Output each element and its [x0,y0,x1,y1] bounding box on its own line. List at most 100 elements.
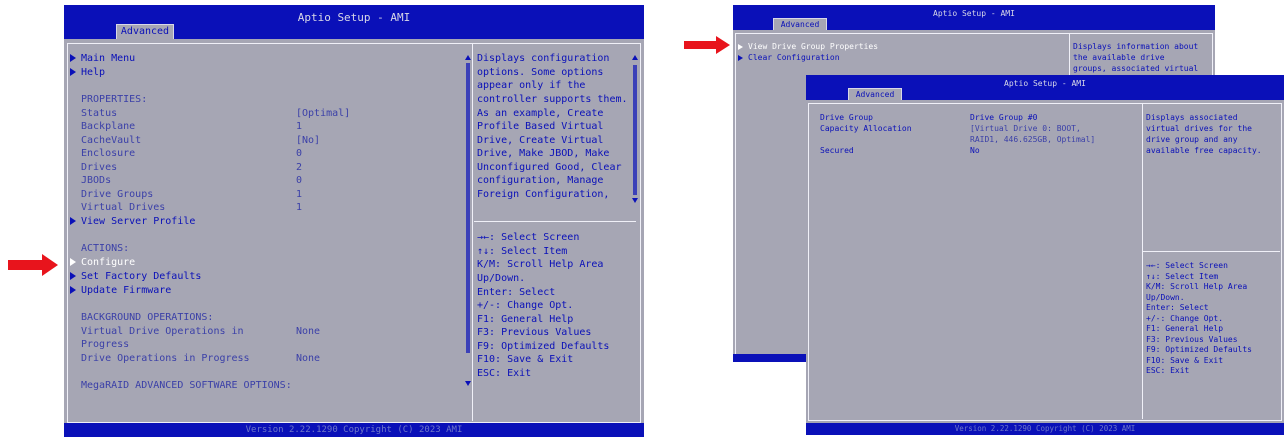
red-pointer-arrow-icon [684,36,730,54]
header-bar: Aptio Setup - AMI Advanced [64,5,644,39]
help-divider [1143,251,1280,252]
help-scrollbar[interactable] [633,65,637,195]
background-ops-header: BACKGROUND OPERATIONS: [81,312,214,323]
menu-item-label: Clear Configuration [748,53,840,62]
submenu-arrow-icon [738,43,743,50]
help-line: Displays information about [1073,42,1199,51]
secured-value: No [970,146,980,155]
submenu-arrow-icon [70,54,76,62]
left-scrollbar[interactable] [466,63,470,353]
menu-item-label: Update Firmware [81,285,172,296]
key-line: Up/Down. [1146,292,1185,302]
drive-group-label: Drive Group [820,113,873,122]
menu-item-label: Configure [81,257,136,268]
key-line: F3: Previous Values [1146,334,1238,344]
help-line: Foreign Configuration, [477,189,610,200]
prop-jbods-value: 0 [296,175,303,186]
key-line: Up/Down. [477,273,526,284]
bg-op-vd-value: None [296,326,321,337]
bg-op-drive-value: None [296,353,321,364]
key-line: F10: Save & Exit [477,354,574,365]
secured-label: Secured [820,146,854,155]
footer-bar: Version 2.22.1290 Copyright (C) 2023 AMI [64,423,644,437]
header-bar: Aptio Setup - AMI Advanced [806,75,1284,100]
menu-item-clear-configuration[interactable]: Clear Configuration [738,52,840,63]
software-options-header: MegaRAID ADVANCED SOFTWARE OPTIONS: [81,380,292,391]
bg-op-vd-label: Virtual Drive Operations in [81,326,244,337]
help-line: Displays configuration [477,53,610,64]
key-line: →←: Select Screen [477,232,580,243]
help-line: the available drive [1073,53,1165,62]
key-line: ↑↓: Select Item [477,246,568,257]
key-line: K/M: Scroll Help Area [477,259,604,270]
key-line: ESC: Exit [477,368,532,379]
menu-item-main-menu[interactable]: Main Menu [70,52,135,66]
properties-header: PROPERTIES: [81,94,148,105]
help-line: virtual drives for the [1146,124,1252,133]
help-line: drive group and any [1146,135,1238,144]
key-line: ESC: Exit [1146,366,1190,375]
prop-enclosure-value: 0 [296,148,303,159]
tab-advanced[interactable]: Advanced [773,18,827,30]
key-line: F1: General Help [1146,324,1224,333]
help-line: Drive, Make JBOD, Make [477,148,610,159]
prop-drive-groups-value: 1 [296,189,303,200]
menu-item-view-server-profile[interactable]: View Server Profile [70,215,195,229]
left-scroll-up-icon[interactable] [465,55,471,60]
key-line: F9: Optimized Defaults [477,341,610,352]
footer-bar: Version 2.22.1290 Copyright (C) 2023 AMI [806,423,1284,435]
bios-screen-main: Aptio Setup - AMI Advanced Main Menu Hel… [64,5,644,437]
bg-op-vd-label-cont: Progress [81,339,130,350]
key-line: +/-: Change Opt. [1146,313,1224,323]
prop-cachevault-value[interactable]: [No] [296,134,320,148]
capacity-allocation-label: Capacity Allocation [820,124,912,133]
submenu-arrow-icon [70,258,76,266]
menu-item-help[interactable]: Help [70,66,105,80]
key-line: Enter: Select [1146,303,1209,312]
key-line: F9: Optimized Defaults [1146,345,1252,354]
prop-status-value[interactable]: [Optimal] [296,107,350,121]
menu-item-configure[interactable]: Configure [70,256,135,270]
tab-advanced[interactable]: Advanced [116,24,174,39]
prop-virtual-drives-value: 1 [296,202,303,213]
header-bar: Aptio Setup - AMI Advanced [733,5,1215,30]
submenu-arrow-icon [738,54,743,61]
tab-advanced[interactable]: Advanced [848,88,902,100]
help-line: Displays associated [1146,113,1238,122]
prop-drives-label: Drives [81,162,118,173]
left-scroll-down-icon[interactable] [465,381,471,386]
menu-item-set-factory-defaults[interactable]: Set Factory Defaults [70,270,201,284]
capacity-allocation-value: [Virtual Drive 0: BOOT, [970,124,1081,133]
help-line: options. Some options [477,67,604,78]
prop-enclosure-label: Enclosure [81,148,136,159]
key-line: K/M: Scroll Help Area [1146,282,1248,291]
prop-status-label: Status [81,108,118,119]
prop-drive-groups-label: Drive Groups [81,189,154,200]
capacity-allocation-value-cont: RAID1, 446.625GB, Optimal] [970,135,1096,144]
key-line: Enter: Select [477,287,556,298]
help-line: Drive, Create Virtual [477,135,604,146]
prop-backplane-label: Backplane [81,121,136,132]
submenu-arrow-icon [70,286,76,294]
key-line: F3: Previous Values [477,327,592,338]
bg-op-drive-label: Drive Operations in Progress [81,353,250,364]
help-scroll-up-icon[interactable] [632,55,638,60]
key-line: ↑↓: Select Item [1146,271,1219,281]
help-line: groups, associated virtual [1073,64,1199,73]
menu-item-update-firmware[interactable]: Update Firmware [70,284,171,298]
help-scroll-down-icon[interactable] [632,198,638,203]
help-divider [474,221,636,222]
window-title: Aptio Setup - AMI [933,9,1015,18]
help-line: available free capacity. [1146,146,1262,155]
menu-item-label: Main Menu [81,53,136,64]
menu-item-view-drive-group-properties[interactable]: View Drive Group Properties [738,41,878,52]
prop-virtual-drives-label: Virtual Drives [81,202,166,213]
prop-drives-value: 2 [296,162,303,173]
window-title: Aptio Setup - AMI [1004,79,1086,88]
help-line: configuration, Manage [477,175,604,186]
help-line: appear only if the [477,80,586,91]
drive-group-value: Drive Group #0 [970,113,1038,122]
prop-jbods-label: JBODs [81,175,112,186]
menu-item-label: View Server Profile [81,216,196,227]
help-line: controller supports them. [477,94,628,105]
